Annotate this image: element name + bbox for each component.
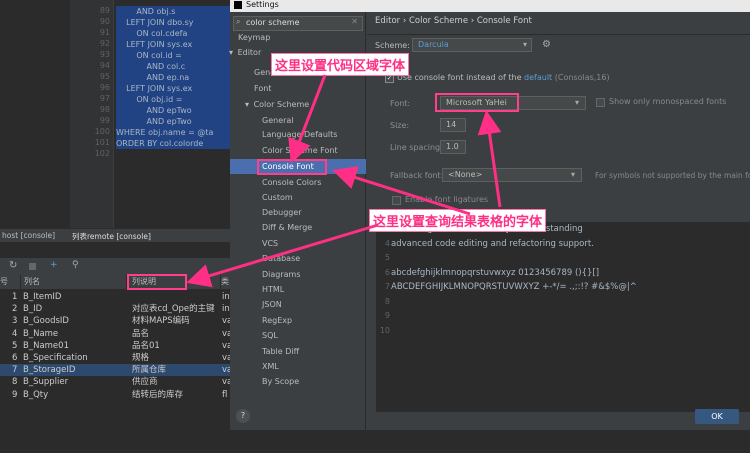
annotation-arrows — [186, 74, 502, 288]
arrow-to-console-font-2 — [332, 166, 471, 216]
arrow-to-font-select — [477, 110, 502, 208]
arrow-to-console-font — [288, 74, 327, 164]
arrow-to-grid-header — [186, 223, 379, 288]
